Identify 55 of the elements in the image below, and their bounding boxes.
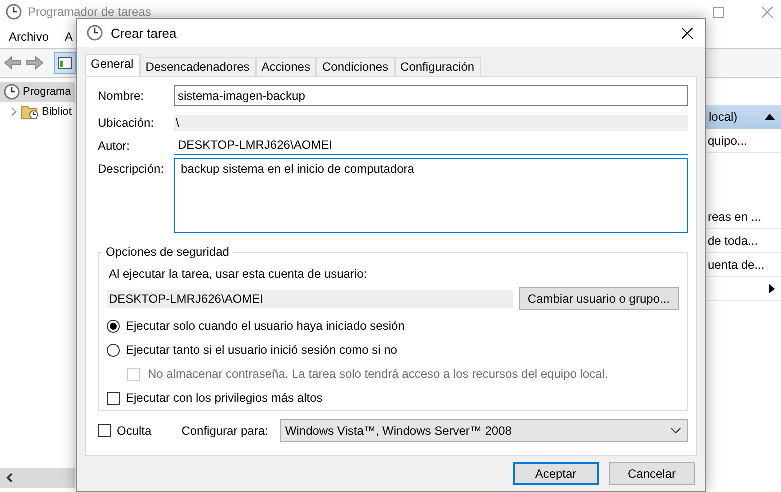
change-user-button[interactable]: Cambiar usuario o grupo... bbox=[518, 287, 679, 310]
group-title: Opciones de seguridad bbox=[105, 245, 230, 259]
field-label: Nombre: bbox=[98, 88, 146, 102]
field-label: Autor: bbox=[98, 138, 132, 152]
configure-dropdown[interactable]: Windows Vista™, Windows Server™ 2008 bbox=[280, 419, 688, 442]
name-field[interactable]: sistema-imagen-backup bbox=[174, 85, 688, 106]
option-label: Ejecutar tanto si el usuario inició sesión como si no bbox=[126, 343, 398, 357]
radio-button[interactable] bbox=[107, 320, 120, 332]
scroll-left-icon[interactable] bbox=[6, 473, 14, 483]
option-label: No almacenar contraseña. La tarea solo tendrá acceso a los recursos del equipo local. bbox=[148, 367, 608, 381]
clock-icon bbox=[4, 84, 20, 100]
option-label: Ejecutar con los privilegios más altos bbox=[126, 391, 323, 405]
tree-item[interactable]: Bibliot bbox=[42, 105, 72, 119]
dialog-button[interactable]: Cancelar bbox=[609, 462, 695, 485]
folder-clock-icon bbox=[21, 104, 39, 120]
action-item[interactable]: quipo... bbox=[708, 134, 748, 148]
author-field[interactable]: DESKTOP-LMRJ626\AOMEI bbox=[174, 136, 688, 155]
app-clock-icon bbox=[6, 4, 22, 20]
field-label: Ubicación: bbox=[98, 116, 156, 130]
checkbox[interactable] bbox=[107, 392, 120, 404]
radio-button[interactable] bbox=[107, 344, 120, 356]
account-field: DESKTOP-LMRJ626\AOMEI bbox=[107, 290, 513, 308]
menu-item[interactable]: Archivo bbox=[9, 30, 50, 44]
field-label: Descripción: bbox=[98, 162, 166, 176]
action-item[interactable]: reas en ... bbox=[708, 210, 762, 224]
tab[interactable]: Acciones bbox=[256, 57, 316, 76]
description-field[interactable]: backup sistema en el inicio de computadora bbox=[174, 158, 688, 233]
tab[interactable]: Desencadenadores bbox=[140, 57, 256, 76]
menu-item[interactable]: A bbox=[65, 30, 74, 44]
clock-icon bbox=[87, 25, 103, 41]
location-field: \ bbox=[174, 114, 688, 130]
tab[interactable]: Configuración bbox=[394, 57, 481, 76]
window-pane-icon[interactable] bbox=[58, 57, 72, 69]
option-label: Ejecutar solo cuando el usuario haya iniciado sesión bbox=[126, 319, 405, 333]
configure-label: Configurar para: bbox=[182, 424, 268, 438]
maximize-icon[interactable] bbox=[713, 6, 724, 18]
forward-icon[interactable] bbox=[26, 56, 44, 70]
scrollbar[interactable] bbox=[0, 468, 75, 488]
chevron-icon[interactable] bbox=[10, 107, 18, 117]
tab[interactable]: General bbox=[85, 54, 140, 76]
hidden-label: Oculta bbox=[117, 424, 152, 438]
account-prompt: Al ejecutar la tarea, usar esta cuenta de usuario: bbox=[109, 267, 368, 281]
back-icon[interactable] bbox=[4, 56, 22, 70]
close-icon[interactable] bbox=[682, 28, 693, 38]
console-tree-button[interactable] bbox=[54, 52, 76, 74]
tab[interactable]: Condiciones bbox=[316, 57, 395, 76]
checkbox[interactable] bbox=[98, 424, 111, 437]
actions-header[interactable]: local) bbox=[706, 105, 781, 129]
collapse-icon[interactable] bbox=[765, 114, 775, 120]
window-title: Programador de tareas bbox=[28, 5, 152, 19]
action-item[interactable]: uenta de... bbox=[708, 258, 765, 272]
dialog-button[interactable]: Aceptar bbox=[513, 462, 599, 485]
action-item[interactable]: de toda... bbox=[708, 234, 758, 248]
submenu-arrow-icon[interactable] bbox=[769, 284, 775, 294]
dialog-title: Crear tarea bbox=[111, 26, 177, 40]
